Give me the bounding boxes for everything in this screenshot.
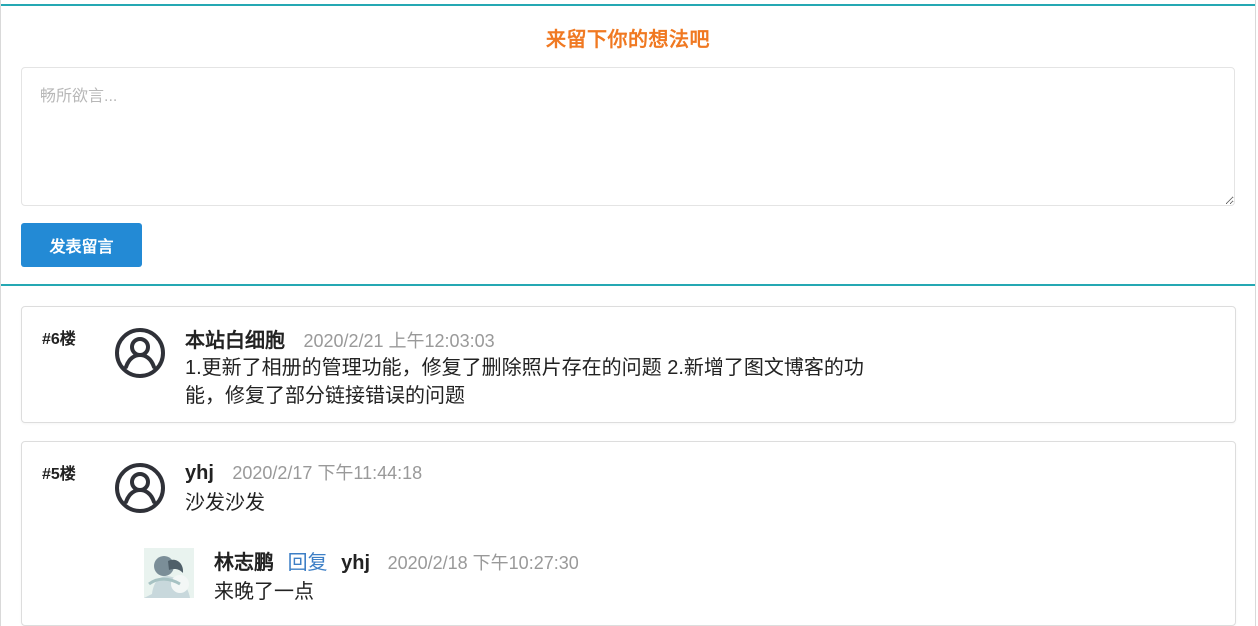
- comment-content: 1.更新了相册的管理功能，修复了删除照片存在的问题 2.新增了图文博客的功能，修…: [185, 357, 864, 407]
- reply-link[interactable]: 回复: [288, 552, 328, 574]
- reply-author: 林志鹏: [214, 552, 274, 574]
- reply-target: yhj: [341, 552, 371, 574]
- submit-message-button[interactable]: 发表留言: [21, 223, 142, 267]
- message-textarea[interactable]: [21, 67, 1235, 206]
- floor-number: #6楼: [42, 331, 76, 348]
- reply-time: 2020/2/18 下午10:27:30: [387, 553, 579, 573]
- comment-list: #6楼 本站白细胞 2020/2/21 上午12:03:03 1.更新了相册的管…: [21, 306, 1236, 626]
- reply-header: 林志鹏 回复 yhj 2020/2/18 下午10:27:30: [214, 546, 579, 575]
- message-form: 来留下你的想法吧 发表留言: [1, 4, 1255, 286]
- comment-time: 2020/2/17 下午11:44:18: [232, 463, 423, 483]
- comment-author: 本站白细胞: [185, 330, 285, 352]
- comment-header: yhj 2020/2/17 下午11:44:18: [185, 459, 422, 485]
- reply-content: 来晚了一点: [214, 581, 314, 603]
- comment-reply: 林志鹏 回复 yhj 2020/2/18 下午10:27:30 来晚了一点: [144, 546, 844, 603]
- comment-author: yhj: [185, 462, 214, 484]
- floor-number: #5楼: [42, 466, 76, 483]
- comment-time: 2020/2/21 上午12:03:03: [303, 331, 495, 351]
- comment-content: 沙发沙发: [185, 492, 265, 514]
- message-board-page: 来留下你的想法吧 发表留言 #6楼 本站白细胞 2020/2/21 上午12:0…: [0, 0, 1256, 626]
- comment-header: 本站白细胞 2020/2/21 上午12:03:03: [185, 324, 495, 353]
- message-form-title: 来留下你的想法吧: [546, 29, 710, 51]
- user-circle-icon: [115, 463, 165, 513]
- comment-card: #6楼 本站白细胞 2020/2/21 上午12:03:03 1.更新了相册的管…: [21, 306, 1236, 423]
- comment-card: #5楼 yhj 2020/2/17 下午11:44:18 沙发沙发 林志鹏 回复…: [21, 441, 1236, 626]
- profile-photo-icon: [144, 548, 194, 598]
- user-circle-icon: [115, 328, 165, 378]
